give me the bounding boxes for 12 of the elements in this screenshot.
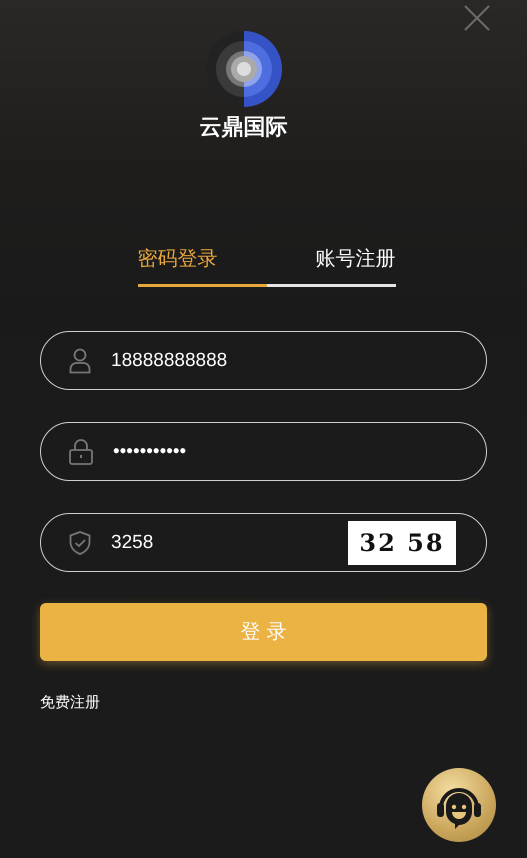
lock-icon <box>69 438 93 465</box>
shield-check-icon <box>69 530 91 555</box>
tab[interactable]: 密码登录 <box>138 244 266 288</box>
register-link[interactable]: 免费注册 <box>40 692 100 715</box>
user-icon <box>69 348 91 374</box>
close-button[interactable] <box>463 4 491 32</box>
captcha-image[interactable]: 32 58 <box>348 520 456 565</box>
input-field[interactable]: 3258 32 58 <box>40 513 487 572</box>
input-field[interactable]: 18888888888 <box>40 331 487 390</box>
tab[interactable]: 账号注册 <box>266 244 396 288</box>
input-field[interactable]: ••••••••••• <box>40 422 487 482</box>
brand-name: 云鼎国际 <box>200 114 288 140</box>
